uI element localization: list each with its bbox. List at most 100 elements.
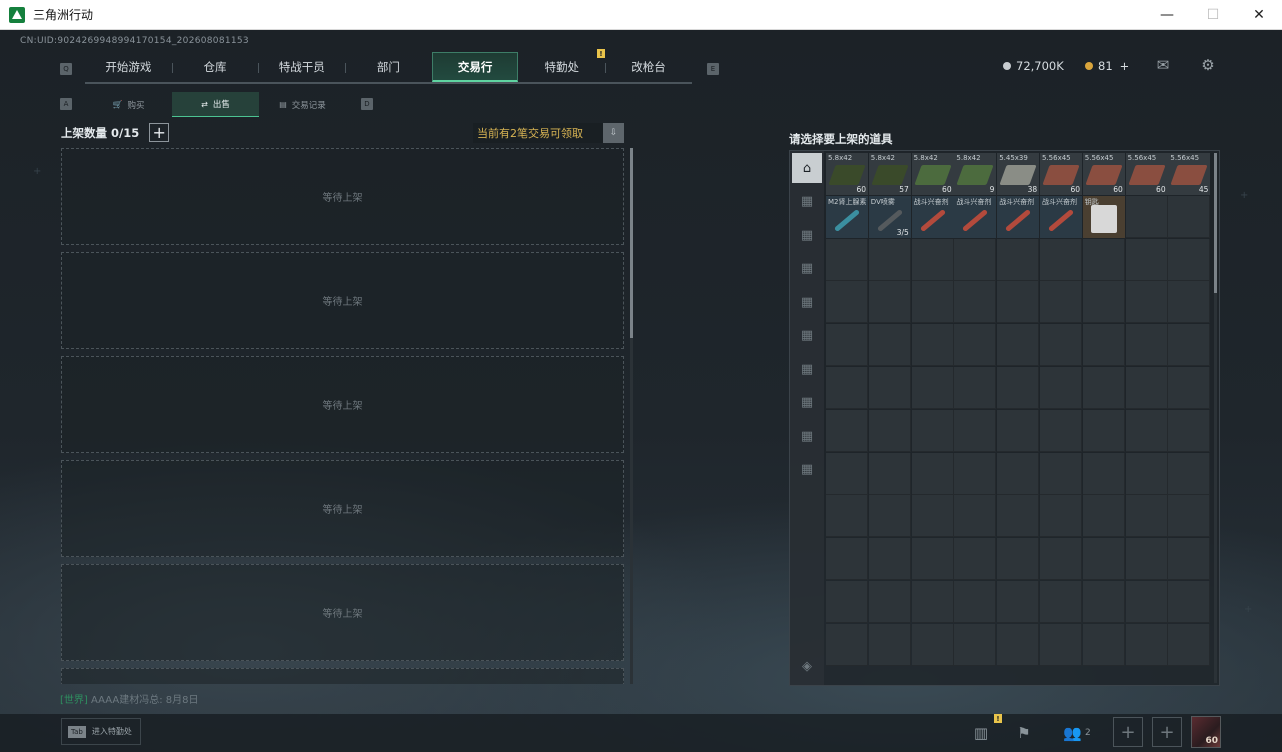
maximize-button[interactable]: ☐ (1190, 0, 1236, 30)
subtab-3[interactable]: ▤ 交易记录 (259, 92, 346, 117)
inventory-cell[interactable] (868, 495, 911, 538)
inventory-cell[interactable] (1168, 495, 1211, 538)
team-button[interactable]: 👥 2 (1060, 718, 1094, 748)
inventory-cell[interactable] (911, 581, 954, 623)
inventory-cell[interactable] (868, 367, 911, 409)
inventory-item[interactable]: 5.56x45 45 (1168, 153, 1211, 195)
inventory-item[interactable]: 5.56x45 60 (1040, 153, 1082, 195)
inventory-cell[interactable] (1040, 538, 1082, 581)
inventory-cell[interactable] (1082, 623, 1125, 666)
inventory-scrollbar[interactable] (1214, 153, 1217, 683)
inventory-item[interactable]: 5.45x39 38 (997, 153, 1040, 195)
close-button[interactable]: ✕ (1236, 0, 1282, 30)
tab-5[interactable]: 交易行 (431, 52, 519, 82)
inventory-cell[interactable] (826, 281, 868, 324)
inventory-cell[interactable] (1040, 495, 1082, 538)
inventory-cell[interactable] (911, 367, 954, 409)
minimize-button[interactable]: — (1144, 0, 1190, 30)
inventory-cell[interactable] (826, 409, 868, 452)
tab-7[interactable]: 改枪台 (605, 52, 692, 82)
inventory-cell[interactable] (911, 238, 954, 281)
flag-icon[interactable]: ⚑ (1009, 718, 1039, 748)
all-icon[interactable]: ⌂ (792, 153, 822, 183)
inventory-item[interactable]: 5.56x45 60 (1125, 153, 1168, 195)
inventory-cell[interactable] (826, 367, 868, 409)
inventory-cell[interactable] (954, 281, 997, 324)
inventory-cell[interactable] (1168, 281, 1211, 324)
inventory-cell[interactable] (1125, 495, 1168, 538)
inventory-scroll-thumb[interactable] (1214, 153, 1217, 293)
inventory-item[interactable]: 5.8x42 60 (911, 153, 954, 195)
inventory-cell[interactable] (1168, 195, 1211, 238)
subtab-1[interactable]: 🛒 购买 (85, 92, 172, 117)
inventory-cell[interactable] (1125, 367, 1168, 409)
inventory-cell[interactable] (997, 623, 1040, 666)
inventory-item[interactable]: DV喷雾 3/5 (868, 195, 911, 238)
inventory-cell[interactable] (997, 538, 1040, 581)
listing-slot[interactable]: 等待上架 (61, 148, 624, 245)
inventory-cell[interactable] (997, 495, 1040, 538)
inventory-cell[interactable] (1040, 409, 1082, 452)
inventory-cell[interactable] (826, 538, 868, 581)
inventory-cell[interactable] (1040, 238, 1082, 281)
ammo-icon[interactable]: ▦ (792, 421, 822, 451)
inventory-item[interactable]: 5.56x45 60 (1082, 153, 1125, 195)
inventory-cell[interactable] (911, 281, 954, 324)
inventory-cell[interactable] (997, 238, 1040, 281)
inventory-cell[interactable] (1040, 367, 1082, 409)
inventory-item[interactable]: 5.8x42 57 (868, 153, 911, 195)
inventory-cell[interactable] (911, 324, 954, 367)
listing-slot[interactable]: 等待上架 (61, 564, 624, 661)
inventory-cell[interactable] (1168, 452, 1211, 495)
mail-icon[interactable]: ✉ (1152, 54, 1174, 76)
inventory-cell[interactable] (911, 538, 954, 581)
avatar[interactable]: 60 (1191, 716, 1221, 748)
inventory-cell[interactable] (826, 623, 868, 666)
inventory-cell[interactable] (1082, 238, 1125, 281)
inventory-cell[interactable] (997, 581, 1040, 623)
inventory-item[interactable]: 战斗兴奋剂 (997, 195, 1040, 238)
gear-icon[interactable]: ⚙ (1197, 54, 1219, 76)
ammo-icon[interactable]: ▦ (792, 287, 822, 317)
inventory-cell[interactable] (1125, 538, 1168, 581)
inventory-cell[interactable] (954, 495, 997, 538)
inventory-item[interactable]: 钥匙 (1082, 195, 1125, 238)
add-teammate-button[interactable]: + (1152, 717, 1182, 747)
tab-6[interactable]: 特勤处 (518, 52, 605, 82)
inventory-cell[interactable] (997, 409, 1040, 452)
inventory-cell[interactable] (1125, 581, 1168, 623)
inventory-cell[interactable] (1125, 452, 1168, 495)
listing-scroll-thumb[interactable] (630, 148, 633, 338)
subtab-2[interactable]: ⇄ 出售 (172, 92, 259, 117)
inventory-cell[interactable] (868, 409, 911, 452)
inventory-cell[interactable] (1040, 623, 1082, 666)
inventory-cell[interactable] (1125, 195, 1168, 238)
inventory-item[interactable]: 战斗兴奋剂 (1040, 195, 1082, 238)
inventory-item[interactable]: 5.8x42 60 (826, 153, 868, 195)
ammo-icon[interactable]: ▦ (792, 321, 822, 351)
inventory-cell[interactable] (1168, 238, 1211, 281)
tab-2[interactable]: 仓库 (171, 52, 259, 82)
inventory-cell[interactable] (911, 495, 954, 538)
inventory-cell[interactable] (1082, 409, 1125, 452)
inventory-cell[interactable] (1082, 324, 1125, 367)
tab-3[interactable]: 特战干员 (258, 52, 345, 82)
enter-special-ops-button[interactable]: Tab 进入特勤处 (61, 718, 141, 745)
inventory-cell[interactable] (911, 452, 954, 495)
inventory-cell[interactable] (1082, 367, 1125, 409)
ammo-icon[interactable]: ▦ (792, 187, 822, 217)
listing-slot[interactable]: 等待上架 (61, 460, 624, 557)
inventory-cell[interactable] (1125, 281, 1168, 324)
inventory-cell[interactable] (868, 324, 911, 367)
coupon-display[interactable]: 81 + (1085, 59, 1129, 73)
tab-4[interactable]: 部门 (345, 52, 432, 82)
inventory-cell[interactable] (1125, 409, 1168, 452)
inventory-cell[interactable] (954, 367, 997, 409)
inventory-cell[interactable] (1082, 581, 1125, 623)
claim-bar[interactable]: 当前有2笔交易可领取 ⇩ (473, 123, 624, 143)
ammo-icon[interactable]: ▦ (792, 455, 822, 485)
add-listing-slot-button[interactable]: + (149, 123, 170, 142)
inventory-cell[interactable] (954, 238, 997, 281)
inventory-cell[interactable] (1082, 538, 1125, 581)
inventory-cell[interactable] (868, 452, 911, 495)
